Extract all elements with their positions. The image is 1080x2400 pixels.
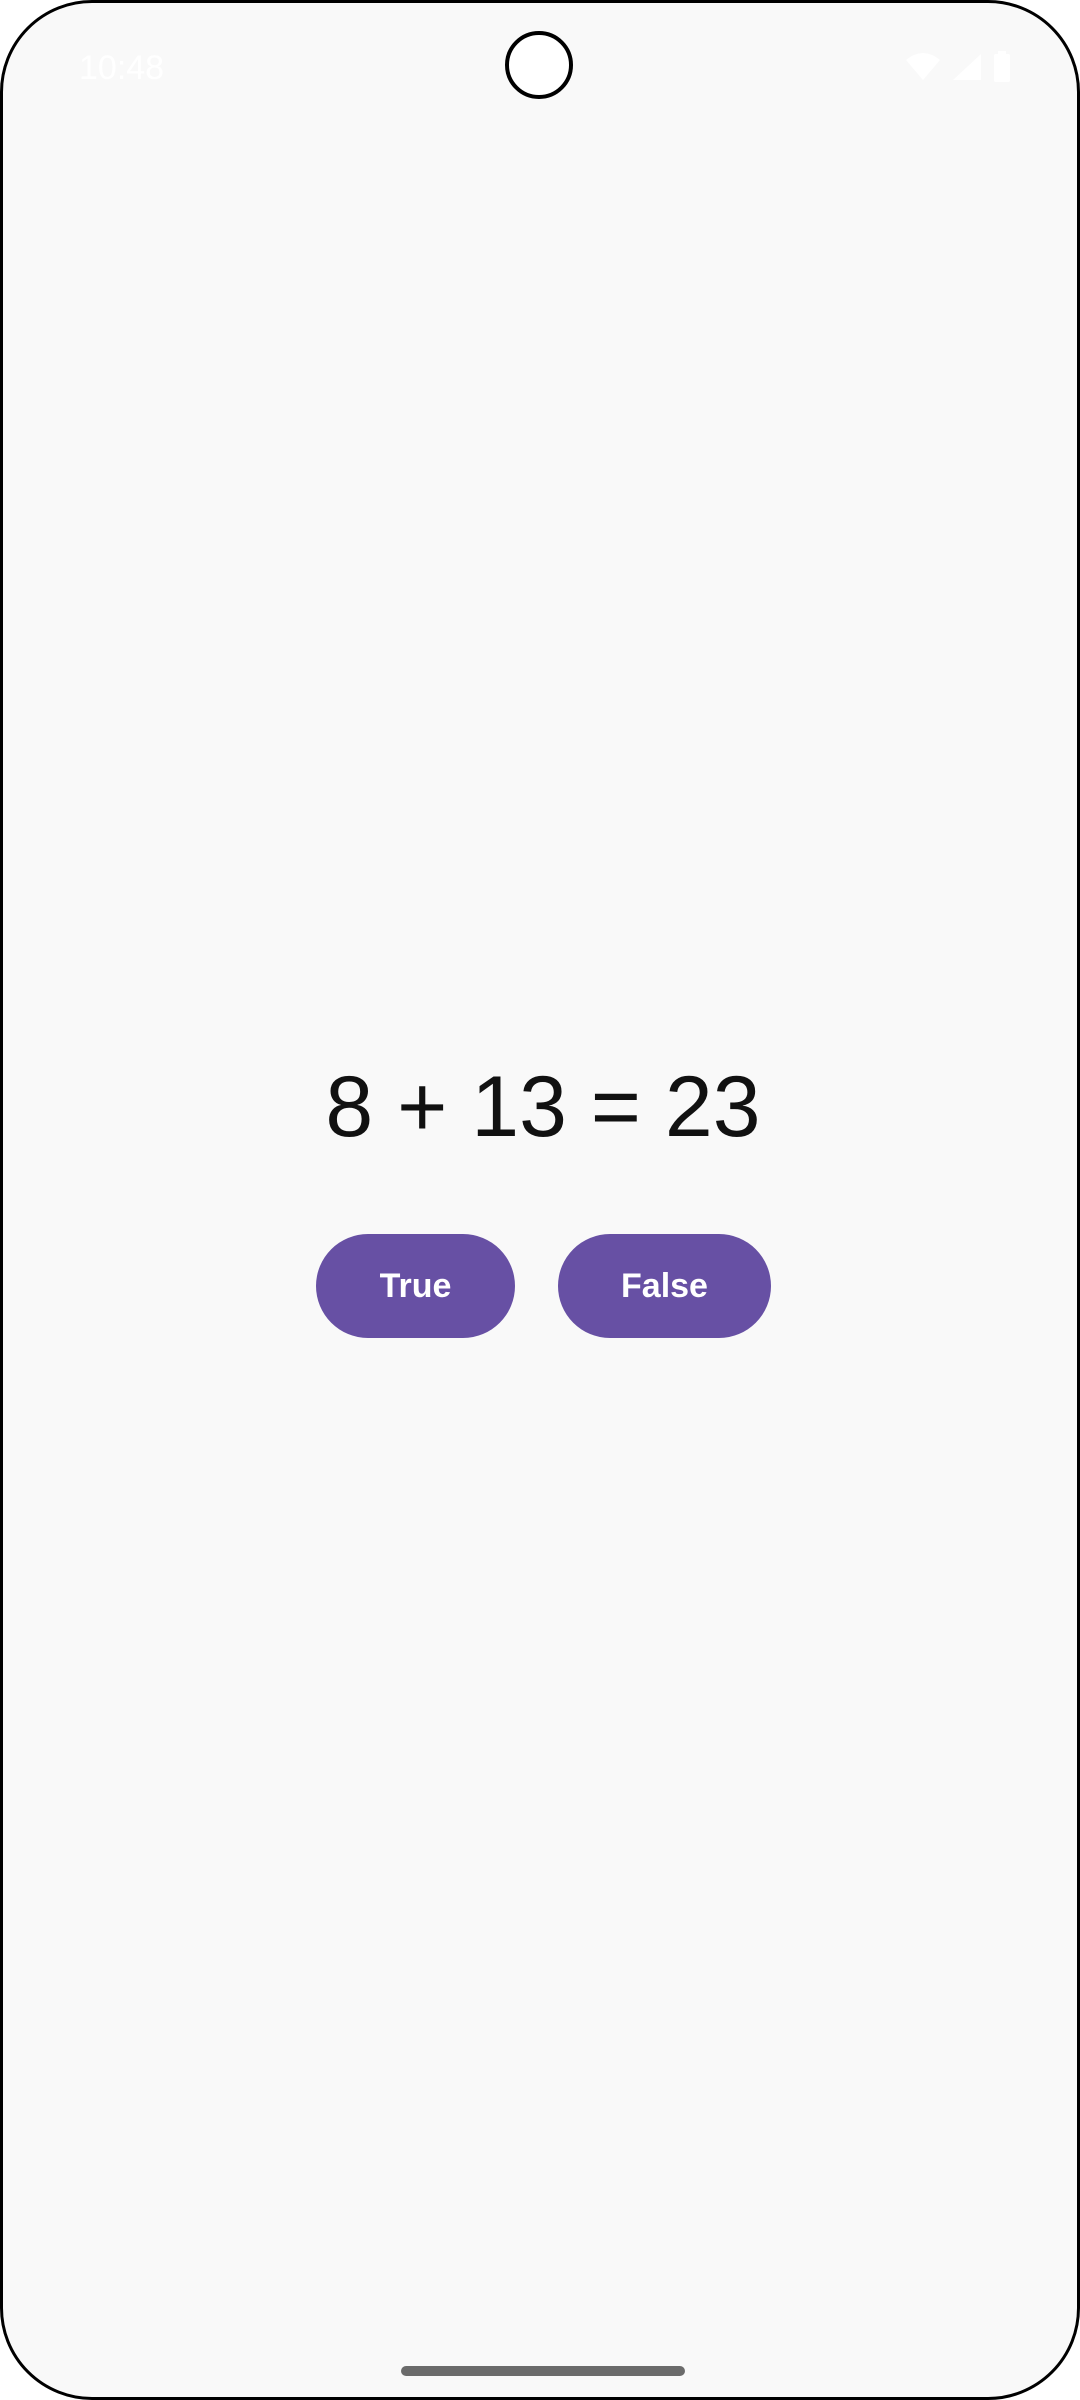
equation-text: 8 + 13 = 23 — [325, 1059, 761, 1155]
false-button[interactable]: False — [558, 1234, 771, 1338]
home-indicator[interactable] — [401, 2366, 685, 2376]
true-button[interactable]: True — [316, 1234, 515, 1338]
quiz-content: 8 + 13 = 23 True False — [3, 3, 1077, 2397]
phone-screen: 10:48 8 + 13 = 23 True False — [0, 0, 1080, 2400]
